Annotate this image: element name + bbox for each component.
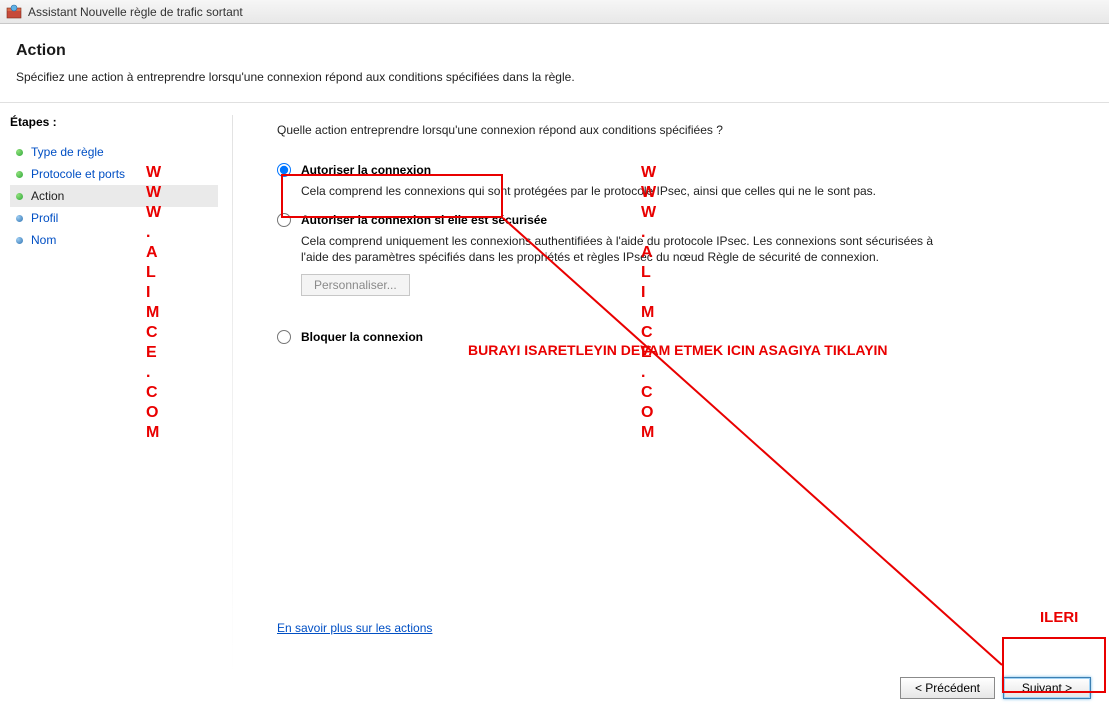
back-button[interactable]: < Précédent (900, 677, 995, 699)
step-bullet-icon (16, 193, 23, 200)
step-label: Nom (31, 233, 56, 247)
main-panel: Quelle action entreprendre lorsqu'une co… (233, 103, 1109, 709)
step-bullet-icon (16, 237, 23, 244)
main-question: Quelle action entreprendre lorsqu'une co… (277, 123, 1081, 137)
sidebar: Étapes : Type de règle Protocole et port… (0, 103, 232, 709)
radio-allow-secure[interactable] (277, 213, 291, 227)
radio-allow[interactable] (277, 163, 291, 177)
step-action[interactable]: Action (10, 185, 218, 207)
step-label: Action (31, 189, 64, 203)
option-allow-description: Cela comprend les connexions qui sont pr… (301, 183, 961, 199)
titlebar: Assistant Nouvelle règle de trafic sorta… (0, 0, 1109, 24)
firewall-icon (6, 4, 22, 20)
step-bullet-icon (16, 171, 23, 178)
step-label: Protocole et ports (31, 167, 125, 181)
option-block-label: Bloquer la connexion (301, 330, 423, 344)
sidebar-header: Étapes : (10, 115, 232, 129)
option-allow-secure-header[interactable]: Autoriser la connexion si elle est sécur… (277, 213, 1081, 227)
step-protocole-et-ports[interactable]: Protocole et ports (10, 163, 218, 185)
page-title: Action (16, 42, 1093, 60)
wizard-buttons: < Précédent Suivant > (900, 677, 1091, 699)
step-profil[interactable]: Profil (10, 207, 218, 229)
option-allow-label: Autoriser la connexion (301, 163, 431, 177)
step-bullet-icon (16, 215, 23, 222)
option-allow-secure-description: Cela comprend uniquement les connexions … (301, 233, 961, 265)
option-allow: Autoriser la connexion Cela comprend les… (277, 163, 1081, 199)
option-allow-header[interactable]: Autoriser la connexion (277, 163, 1081, 177)
step-nom[interactable]: Nom (10, 229, 218, 251)
radio-block[interactable] (277, 330, 291, 344)
option-block: Bloquer la connexion (277, 330, 1081, 350)
wizard-header: Action Spécifiez une action à entreprend… (0, 24, 1109, 103)
step-bullet-icon (16, 149, 23, 156)
learn-more-link[interactable]: En savoir plus sur les actions (277, 621, 1081, 635)
option-allow-secure-label: Autoriser la connexion si elle est sécur… (301, 213, 547, 227)
window-title: Assistant Nouvelle règle de trafic sorta… (28, 5, 243, 19)
next-button[interactable]: Suivant > (1003, 677, 1091, 699)
step-label: Profil (31, 211, 58, 225)
customize-button: Personnaliser... (301, 274, 410, 296)
step-label: Type de règle (31, 145, 104, 159)
option-block-header[interactable]: Bloquer la connexion (277, 330, 1081, 344)
wizard-body: Étapes : Type de règle Protocole et port… (0, 103, 1109, 709)
page-subtitle: Spécifiez une action à entreprendre lors… (16, 70, 1093, 84)
option-allow-secure: Autoriser la connexion si elle est sécur… (277, 213, 1081, 295)
step-type-de-regle[interactable]: Type de règle (10, 141, 218, 163)
